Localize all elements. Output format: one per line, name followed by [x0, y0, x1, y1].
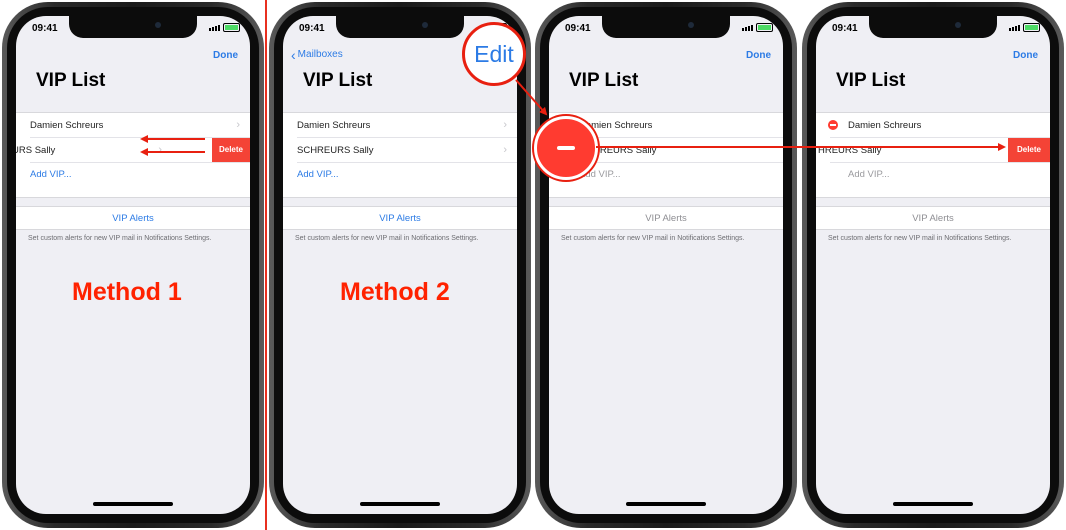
vip-alerts-button[interactable]: VIP Alerts [16, 206, 250, 230]
back-button[interactable]: ‹ Mailboxes [291, 46, 343, 63]
home-indicator [93, 502, 173, 506]
edit-button-callout[interactable]: Edit [462, 22, 526, 86]
method-1-label: Method 1 [72, 278, 182, 306]
done-button[interactable]: Done [746, 50, 771, 61]
add-vip-button[interactable]: Add VIP... [283, 162, 517, 186]
chevron-right-icon: › [503, 119, 507, 131]
status-icons [1009, 23, 1040, 32]
signal-icon [742, 24, 753, 31]
status-icons [742, 23, 773, 32]
page-title: VIP List [836, 70, 906, 91]
status-time: 09:41 [832, 23, 858, 34]
signal-icon [1009, 24, 1020, 31]
battery-icon [756, 23, 773, 32]
vip-alerts-button[interactable]: VIP Alerts [283, 206, 517, 230]
screen-4: 09:41 Done VIP List Damien Schreurs HREU… [816, 16, 1050, 514]
chevron-right-icon: › [158, 144, 162, 156]
chevron-left-icon: ‹ [291, 46, 296, 63]
done-button[interactable]: Done [213, 50, 238, 61]
status-time: 09:41 [565, 23, 591, 34]
delete-button[interactable]: Delete [1008, 138, 1050, 162]
screen-1: 09:41 Done VIP List Damien Schreurs › UR… [16, 16, 250, 514]
home-indicator [893, 502, 973, 506]
home-indicator [626, 502, 706, 506]
phone-frame-1: 09:41 Done VIP List Damien Schreurs › UR… [2, 2, 264, 528]
signal-icon [209, 24, 220, 31]
footer-note: Set custom alerts for new VIP mail in No… [28, 235, 212, 242]
status-icons [209, 23, 240, 32]
footer-note: Set custom alerts for new VIP mail in No… [828, 235, 1012, 242]
home-indicator [360, 502, 440, 506]
status-time: 09:41 [299, 23, 325, 34]
chevron-right-icon: › [236, 119, 240, 131]
add-vip-button[interactable]: Add VIP... [16, 162, 250, 186]
page-title: VIP List [303, 70, 373, 91]
divider [265, 0, 267, 530]
page-title: VIP List [36, 70, 106, 91]
done-button[interactable]: Done [1013, 50, 1038, 61]
list-item[interactable]: SCHREURS Sally › [283, 138, 517, 162]
add-vip-button[interactable]: Add VIP... [816, 162, 1050, 186]
battery-icon [1023, 23, 1040, 32]
screen-3: 09:41 Done VIP List Damien Schreurs HREU… [549, 16, 783, 514]
method-2-label: Method 2 [340, 278, 450, 306]
chevron-right-icon: › [503, 144, 507, 156]
page-title: VIP List [569, 70, 639, 91]
delete-minus-callout-icon[interactable] [534, 116, 598, 180]
battery-icon [223, 23, 240, 32]
phone-frame-3: 09:41 Done VIP List Damien Schreurs HREU… [535, 2, 797, 528]
list-item[interactable]: Damien Schreurs › [16, 113, 250, 137]
footer-note: Set custom alerts for new VIP mail in No… [295, 235, 479, 242]
list-item-swiped[interactable]: URS Sally › [16, 138, 210, 162]
list-item[interactable]: Damien Schreurs [816, 113, 1050, 137]
vip-alerts-button[interactable]: VIP Alerts [549, 206, 783, 230]
list-item[interactable]: Damien Schreurs › [283, 113, 517, 137]
footer-note: Set custom alerts for new VIP mail in No… [561, 235, 745, 242]
screen-2: 09:41 ‹ Mailboxes VIP List Damien Schreu… [283, 16, 517, 514]
phone-frame-4: 09:41 Done VIP List Damien Schreurs HREU… [802, 2, 1064, 528]
delete-button[interactable]: Delete [212, 138, 250, 162]
vip-alerts-button[interactable]: VIP Alerts [816, 206, 1050, 230]
status-time: 09:41 [32, 23, 58, 34]
